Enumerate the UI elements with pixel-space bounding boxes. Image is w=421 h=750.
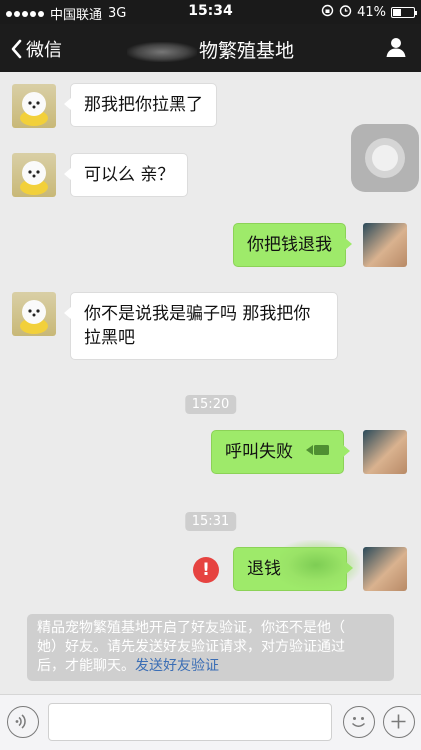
battery-percent: 41%: [357, 5, 386, 20]
battery-icon: [391, 7, 417, 18]
friend-verification-notice: 精品宠物繁殖基地开启了好友验证，你还不是他（ 她）好友。请先发送好友验证请求，对…: [27, 614, 394, 681]
redaction-scribble: [280, 540, 360, 590]
message-text: 可以么 亲？: [84, 165, 175, 185]
notice-line: 精品宠物繁殖基地开启了好友验证，你还不是他（: [37, 620, 345, 636]
timestamp: 15:31: [184, 512, 237, 531]
message-text: 退钱: [247, 559, 281, 579]
message-text: 呼叫失败: [225, 442, 293, 462]
message-text-line: 你不是说我是骗子吗 那我把你: [84, 304, 311, 324]
my-avatar[interactable]: [363, 430, 407, 474]
call-failed-bubble[interactable]: 呼叫失败: [211, 430, 351, 474]
emoji-icon: [351, 717, 366, 727]
voice-icon: [15, 714, 26, 729]
chat-header: 微信 物繁殖基地: [0, 24, 421, 72]
assistive-touch-button[interactable]: [351, 124, 419, 192]
my-avatar[interactable]: [363, 547, 407, 591]
plus-icon: [391, 714, 406, 729]
my-avatar[interactable]: [363, 223, 407, 267]
dog-avatar-image: [20, 92, 48, 126]
rotation-lock-icon: [321, 4, 334, 21]
contact-avatar[interactable]: [12, 84, 56, 128]
person-icon: [386, 38, 406, 57]
send-verification-link[interactable]: 发送好友验证: [135, 658, 219, 674]
send-failed-icon[interactable]: !: [193, 557, 219, 583]
dog-avatar-image: [20, 161, 48, 195]
message-text: 那我把你拉黑了: [84, 95, 203, 115]
message-bubble-incoming[interactable]: 那我把你拉黑了: [64, 83, 217, 127]
contact-info-button[interactable]: [385, 36, 407, 62]
chat-title-text: 物繁殖基地: [198, 40, 294, 62]
message-text-line: 拉黑吧: [84, 328, 135, 348]
message-bubble-incoming[interactable]: 可以么 亲？: [63, 153, 189, 197]
notice-line: 后，才能聊天。发送好友验证: [37, 658, 219, 674]
notice-line: 她）好友。请先发送好友验证请求，对方验证通过: [37, 639, 345, 655]
timestamp: 15:20: [184, 395, 237, 414]
message-bubble-incoming[interactable]: 你不是说我是骗子吗 那我把你 拉黑吧: [64, 292, 338, 360]
emoji-button[interactable]: [343, 706, 375, 738]
voice-toggle-button[interactable]: [7, 706, 39, 738]
status-bar: 中国联通 3G 15:34 41%: [0, 0, 421, 24]
chat-title: 物繁殖基地: [0, 36, 421, 63]
message-bubble-outgoing[interactable]: 你把钱退我: [233, 223, 352, 267]
message-text: 你把钱退我: [247, 235, 332, 255]
contact-avatar[interactable]: [12, 292, 56, 336]
more-button[interactable]: [383, 706, 415, 738]
contact-avatar[interactable]: [12, 153, 56, 197]
redaction-blur: [126, 41, 197, 62]
video-call-icon: [306, 440, 330, 464]
message-input[interactable]: [48, 703, 332, 741]
input-bar: [0, 694, 421, 750]
dog-avatar-image: [20, 300, 48, 334]
alarm-icon: [339, 4, 352, 21]
